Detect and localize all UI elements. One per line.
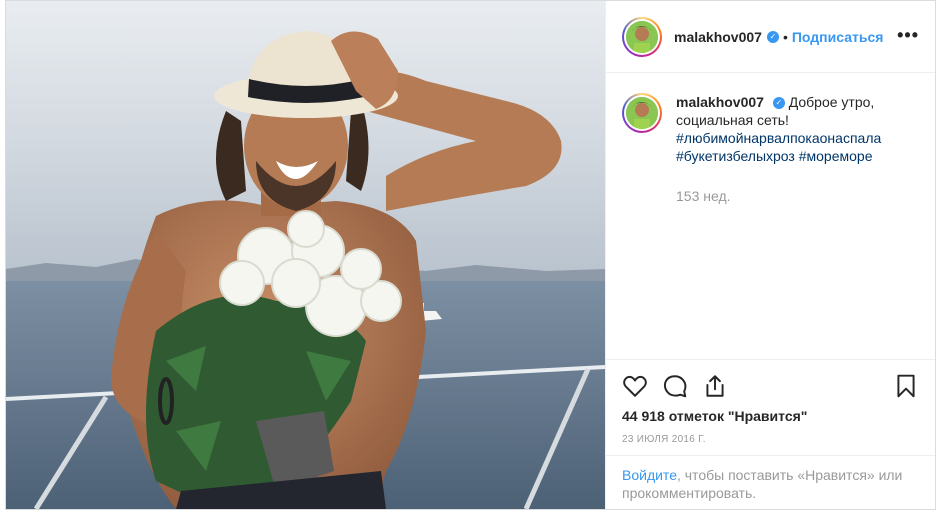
verified-badge-icon: ✓ bbox=[772, 97, 785, 110]
post-header: malakhov007 ✓ • Подписаться ••• bbox=[606, 1, 935, 73]
caption-avatar-image bbox=[626, 97, 658, 129]
instagram-post: malakhov007 ✓ • Подписаться ••• malakhov… bbox=[5, 0, 936, 510]
comment-bubble-icon[interactable] bbox=[662, 373, 688, 399]
hashtag-link[interactable]: #букетизбелыхроз bbox=[676, 148, 795, 164]
likes-count[interactable]: 44 918 отметок "Нравится" bbox=[622, 408, 919, 424]
post-actions: 44 918 отметок "Нравится" 23 июля 2016 г… bbox=[606, 359, 935, 445]
caption: malakhov007 ✓ Доброе утро, социальная се… bbox=[606, 73, 935, 205]
verified-badge-icon: ✓ bbox=[766, 30, 779, 43]
post-photo[interactable] bbox=[6, 1, 605, 509]
username-link[interactable]: malakhov007 bbox=[674, 29, 762, 45]
heart-icon[interactable] bbox=[622, 373, 648, 399]
avatar[interactable] bbox=[622, 16, 662, 57]
photo-scene bbox=[6, 1, 605, 509]
caption-username-link[interactable]: malakhov007 bbox=[676, 94, 764, 110]
separator-dot: • bbox=[782, 28, 788, 45]
caption-avatar[interactable] bbox=[622, 93, 662, 133]
caption-body: malakhov007 ✓ Доброе утро, социальная се… bbox=[676, 93, 916, 205]
post-date[interactable]: 23 июля 2016 г. bbox=[622, 434, 919, 445]
login-prompt: Войдите, чтобы поставить «Нравится» или … bbox=[606, 455, 935, 512]
follow-button[interactable]: Подписаться bbox=[792, 29, 884, 45]
caption-time[interactable]: 153 нед. bbox=[676, 187, 916, 205]
hashtag-link[interactable]: #мореморе bbox=[799, 148, 873, 164]
share-icon[interactable] bbox=[702, 373, 728, 399]
ellipsis-icon[interactable]: ••• bbox=[897, 25, 919, 46]
login-link[interactable]: Войдите bbox=[622, 467, 677, 483]
hashtag-link[interactable]: #любимойнарвалпокаонаспала bbox=[676, 130, 881, 146]
avatar-image bbox=[626, 20, 658, 53]
bookmark-icon[interactable] bbox=[893, 373, 919, 399]
post-sidebar: malakhov007 ✓ • Подписаться ••• malakhov… bbox=[605, 1, 935, 509]
action-icons bbox=[622, 372, 919, 400]
